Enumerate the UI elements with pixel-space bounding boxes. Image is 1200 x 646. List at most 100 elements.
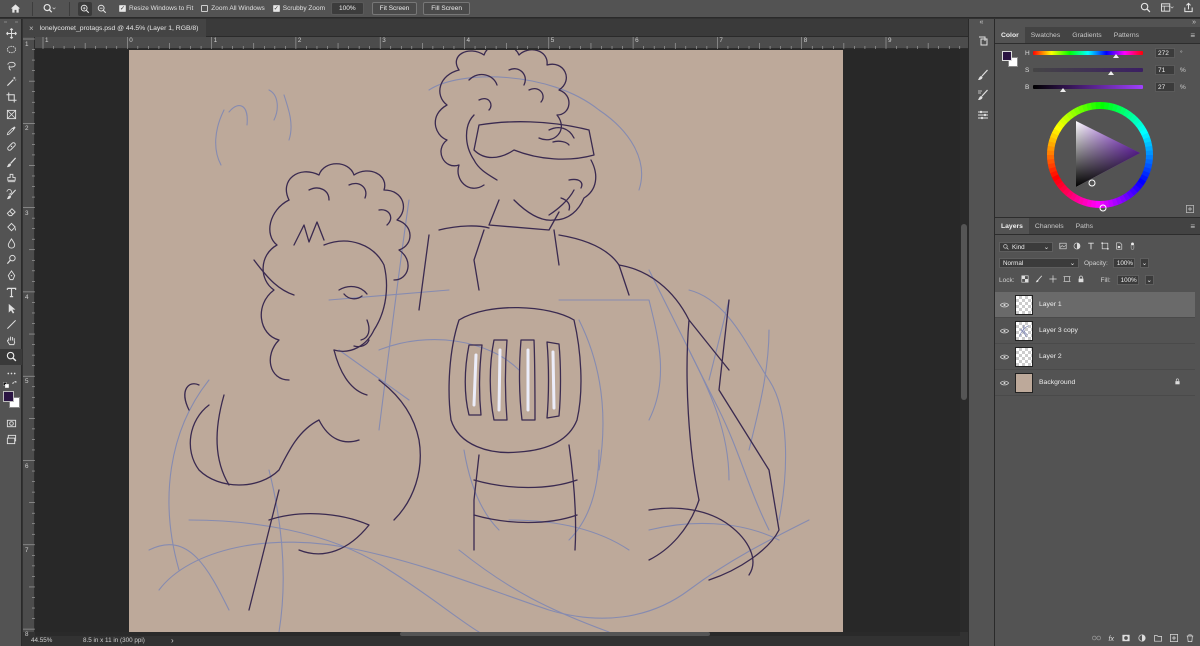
link-layers-icon[interactable] — [1091, 635, 1101, 643]
zoom-out-icon[interactable] — [95, 2, 109, 16]
lock-artboard-icon[interactable] — [1062, 275, 1071, 285]
layer-row-background[interactable]: Background — [995, 370, 1195, 396]
layer-name[interactable]: Layer 2 — [1039, 353, 1062, 360]
screen-mode-icon[interactable] — [0, 431, 22, 447]
tab-paths[interactable]: Paths — [1070, 218, 1099, 234]
tab-swatches[interactable]: Swatches — [1025, 27, 1066, 43]
layer-name[interactable]: Background — [1039, 379, 1075, 386]
layer-row-layer-1[interactable]: Layer 1 — [995, 292, 1195, 318]
vertical-scroll-thumb[interactable] — [961, 224, 967, 400]
new-group-icon[interactable] — [1154, 634, 1162, 644]
scrubby-zoom-checkbox[interactable]: ✓ Scrubby Zoom — [272, 5, 325, 12]
lock-icon[interactable] — [1174, 378, 1181, 387]
layer-name[interactable]: Layer 3 copy — [1039, 327, 1078, 334]
home-icon[interactable] — [4, 2, 26, 16]
eraser-tool-icon[interactable] — [0, 203, 22, 219]
new-layer-icon[interactable] — [1170, 634, 1178, 644]
history-panel-icon[interactable] — [969, 31, 996, 51]
status-menu-arrow[interactable]: › — [171, 636, 174, 645]
horizontal-ruler[interactable]: 1 0 1 2 3 4 5 6 7 8 9 — [35, 37, 968, 49]
hue-value-field[interactable]: 272 — [1155, 48, 1175, 58]
vertical-scrollbar[interactable] — [960, 49, 968, 632]
layer-row-layer-2[interactable]: Layer 2 — [995, 344, 1195, 370]
eye-icon[interactable] — [995, 328, 1013, 334]
brushes-panel-icon[interactable] — [969, 65, 996, 85]
quick-mask-icon[interactable] — [0, 415, 22, 431]
magic-wand-tool-icon[interactable] — [0, 74, 22, 90]
saturation-slider[interactable] — [1033, 68, 1143, 75]
lock-image-pixels-icon[interactable] — [1035, 275, 1043, 285]
eye-icon[interactable] — [995, 354, 1013, 360]
delete-layer-icon[interactable] — [1186, 634, 1194, 644]
blur-tool-icon[interactable] — [0, 235, 22, 251]
zoom-in-icon[interactable] — [78, 1, 92, 16]
clone-stamp-tool-icon[interactable] — [0, 171, 22, 187]
fit-screen-button[interactable]: Fit Screen — [371, 2, 418, 15]
brightness-value-field[interactable]: 27 — [1155, 82, 1175, 92]
hand-tool-icon[interactable] — [0, 333, 22, 349]
brightness-slider[interactable] — [1033, 85, 1143, 92]
panel-menu-icon[interactable]: ≡ — [1190, 222, 1195, 231]
foreground-color-swatch[interactable] — [3, 391, 14, 403]
adjustments-icon[interactable] — [969, 105, 996, 125]
path-selection-tool-icon[interactable] — [0, 300, 22, 316]
status-zoom[interactable]: 44.55% — [31, 637, 52, 644]
lock-all-icon[interactable] — [1077, 275, 1085, 285]
frame-tool-icon[interactable] — [0, 106, 22, 122]
filter-type-icon[interactable] — [1087, 242, 1095, 252]
hue-slider-thumb[interactable] — [1113, 54, 1120, 58]
brush-tool-icon[interactable] — [0, 155, 22, 171]
close-tab-icon[interactable]: × — [29, 24, 34, 33]
tab-color[interactable]: Color — [995, 27, 1025, 43]
zoom-tool-preset-icon[interactable] — [37, 2, 61, 16]
layer-row-layer-3-copy[interactable]: Layer 3 copy — [995, 318, 1195, 344]
pen-tool-icon[interactable] — [0, 268, 22, 284]
search-icon[interactable] — [1140, 2, 1151, 15]
opacity-field[interactable]: 100% — [1112, 258, 1135, 268]
eyedropper-tool-icon[interactable] — [0, 122, 22, 138]
fill-dropdown-icon[interactable]: ⌄ — [1144, 275, 1154, 285]
line-tool-icon[interactable] — [0, 316, 22, 332]
tab-gradients[interactable]: Gradients — [1066, 27, 1107, 43]
marquee-tool-icon[interactable] — [0, 41, 22, 57]
layer-filter-kind[interactable]: Kind ⌄ — [999, 242, 1053, 252]
fill-screen-button[interactable]: Fill Screen — [423, 2, 471, 15]
filter-toggle-icon[interactable] — [1129, 241, 1136, 253]
tab-layers[interactable]: Layers — [995, 218, 1029, 234]
color-panel-foreground-swatch[interactable] — [1002, 51, 1012, 61]
add-to-swatches-icon[interactable] — [1186, 205, 1194, 215]
canvas[interactable] — [129, 50, 843, 632]
eye-icon[interactable] — [995, 302, 1013, 308]
swap-colors-icon[interactable] — [11, 380, 19, 390]
saturation-value-field[interactable]: 71 — [1155, 65, 1175, 75]
filter-pixel-icon[interactable] — [1059, 242, 1067, 252]
history-brush-tool-icon[interactable] — [0, 187, 22, 203]
tab-patterns[interactable]: Patterns — [1108, 27, 1145, 43]
tab-channels[interactable]: Channels — [1029, 218, 1070, 234]
fill-field[interactable]: 100% — [1116, 275, 1139, 285]
brush-settings-icon[interactable] — [969, 85, 996, 105]
hue-slider[interactable] — [1033, 51, 1143, 58]
new-adjustment-layer-icon[interactable] — [1138, 634, 1146, 644]
lasso-tool-icon[interactable] — [0, 57, 22, 73]
filter-adjustment-icon[interactable] — [1073, 242, 1081, 252]
zoom-all-windows-checkbox[interactable]: Zoom All Windows — [201, 5, 265, 12]
document-tab[interactable]: × lonelycomet_protags.psd @ 44.5% (Layer… — [23, 19, 207, 37]
filter-shape-icon[interactable] — [1101, 242, 1109, 252]
collapse-panel-icon[interactable]: » — [995, 19, 1200, 26]
share-icon[interactable] — [1183, 2, 1194, 15]
brightness-slider-thumb[interactable] — [1059, 88, 1066, 92]
vertical-ruler[interactable]: 12345678 — [23, 37, 35, 638]
lock-position-icon[interactable] — [1048, 275, 1057, 285]
zoom-tool-icon[interactable] — [0, 348, 22, 365]
move-tool-icon[interactable] — [0, 25, 22, 41]
color-wheel[interactable] — [1040, 95, 1160, 215]
workspace-icon[interactable] — [1160, 2, 1174, 15]
paint-bucket-tool-icon[interactable] — [0, 219, 22, 235]
collapse-arrows-icon[interactable]: « — [969, 19, 994, 27]
add-mask-icon[interactable] — [1122, 634, 1130, 644]
dodge-tool-icon[interactable] — [0, 252, 22, 268]
type-tool-icon[interactable] — [0, 284, 22, 300]
healing-brush-tool-icon[interactable] — [0, 138, 22, 154]
more-tools-icon[interactable] — [0, 365, 22, 381]
